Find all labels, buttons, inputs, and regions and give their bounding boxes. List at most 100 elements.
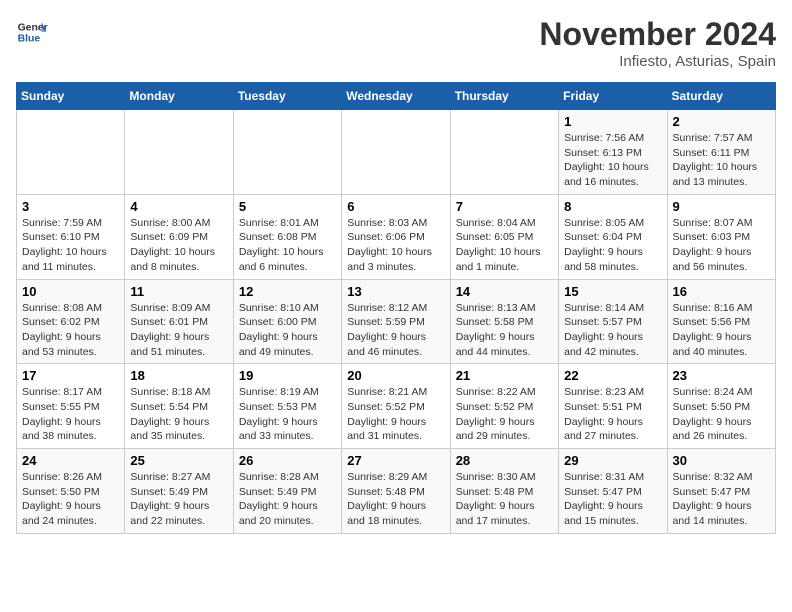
svg-text:Blue: Blue <box>18 34 41 45</box>
calendar-cell: 8 Sunrise: 8:05 AM Sunset: 6:04 PM Daylig… <box>559 194 667 279</box>
day-info: Sunrise: 8:18 AM Sunset: 5:54 PM Dayligh… <box>130 385 227 444</box>
day-info: Sunrise: 8:30 AM Sunset: 5:48 PM Dayligh… <box>456 470 553 529</box>
calendar-cell: 29 Sunrise: 8:31 AM Sunset: 5:47 PM Dayli… <box>559 449 667 534</box>
day-number: 14 <box>456 284 553 299</box>
logo-icon: General Blue <box>16 16 48 48</box>
calendar-cell <box>125 110 233 195</box>
day-info: Sunrise: 8:17 AM Sunset: 5:55 PM Dayligh… <box>22 385 119 444</box>
day-info: Sunrise: 7:56 AM Sunset: 6:13 PM Dayligh… <box>564 131 661 190</box>
calendar-cell: 28 Sunrise: 8:30 AM Sunset: 5:48 PM Dayli… <box>450 449 558 534</box>
day-info: Sunrise: 8:13 AM Sunset: 5:58 PM Dayligh… <box>456 301 553 360</box>
day-number: 6 <box>347 199 444 214</box>
day-number: 10 <box>22 284 119 299</box>
day-number: 17 <box>22 368 119 383</box>
calendar-cell: 26 Sunrise: 8:28 AM Sunset: 5:49 PM Dayli… <box>233 449 341 534</box>
day-info: Sunrise: 7:57 AM Sunset: 6:11 PM Dayligh… <box>673 131 770 190</box>
weekday-header-monday: Monday <box>125 83 233 110</box>
day-info: Sunrise: 8:29 AM Sunset: 5:48 PM Dayligh… <box>347 470 444 529</box>
calendar-cell: 21 Sunrise: 8:22 AM Sunset: 5:52 PM Dayli… <box>450 364 558 449</box>
day-number: 21 <box>456 368 553 383</box>
calendar-week-4: 17 Sunrise: 8:17 AM Sunset: 5:55 PM Dayli… <box>17 364 776 449</box>
day-info: Sunrise: 8:21 AM Sunset: 5:52 PM Dayligh… <box>347 385 444 444</box>
day-info: Sunrise: 8:27 AM Sunset: 5:49 PM Dayligh… <box>130 470 227 529</box>
calendar-cell: 10 Sunrise: 8:08 AM Sunset: 6:02 PM Dayli… <box>17 279 125 364</box>
calendar-cell: 22Sunrise: 8:23 AM Sunset: 5:51 PM Dayli… <box>559 364 667 449</box>
day-number: 30 <box>673 453 770 468</box>
day-number: 28 <box>456 453 553 468</box>
calendar-cell: 11Sunrise: 8:09 AM Sunset: 6:01 PM Dayli… <box>125 279 233 364</box>
day-info: Sunrise: 8:07 AM Sunset: 6:03 PM Dayligh… <box>673 216 770 275</box>
day-number: 7 <box>456 199 553 214</box>
day-number: 3 <box>22 199 119 214</box>
calendar-cell: 19 Sunrise: 8:19 AM Sunset: 5:53 PM Dayli… <box>233 364 341 449</box>
day-number: 29 <box>564 453 661 468</box>
calendar-cell <box>342 110 450 195</box>
calendar-cell: 15Sunrise: 8:14 AM Sunset: 5:57 PM Dayli… <box>559 279 667 364</box>
day-info: Sunrise: 8:04 AM Sunset: 6:05 PM Dayligh… <box>456 216 553 275</box>
weekday-header-wednesday: Wednesday <box>342 83 450 110</box>
calendar-cell <box>450 110 558 195</box>
day-number: 9 <box>673 199 770 214</box>
weekday-header-sunday: Sunday <box>17 83 125 110</box>
day-info: Sunrise: 8:08 AM Sunset: 6:02 PM Dayligh… <box>22 301 119 360</box>
weekday-header-tuesday: Tuesday <box>233 83 341 110</box>
calendar-cell: 13 Sunrise: 8:12 AM Sunset: 5:59 PM Dayli… <box>342 279 450 364</box>
day-info: Sunrise: 8:26 AM Sunset: 5:50 PM Dayligh… <box>22 470 119 529</box>
weekday-header-saturday: Saturday <box>667 83 775 110</box>
day-info: Sunrise: 8:19 AM Sunset: 5:53 PM Dayligh… <box>239 385 336 444</box>
day-number: 2 <box>673 114 770 129</box>
day-number: 15 <box>564 284 661 299</box>
day-number: 8 <box>564 199 661 214</box>
weekday-header-friday: Friday <box>559 83 667 110</box>
calendar-cell <box>17 110 125 195</box>
weekday-header-row: SundayMondayTuesdayWednesdayThursdayFrid… <box>17 83 776 110</box>
calendar-cell: 27Sunrise: 8:29 AM Sunset: 5:48 PM Dayli… <box>342 449 450 534</box>
day-info: Sunrise: 8:28 AM Sunset: 5:49 PM Dayligh… <box>239 470 336 529</box>
calendar-cell: 20 Sunrise: 8:21 AM Sunset: 5:52 PM Dayli… <box>342 364 450 449</box>
calendar-week-3: 10 Sunrise: 8:08 AM Sunset: 6:02 PM Dayli… <box>17 279 776 364</box>
day-info: Sunrise: 8:22 AM Sunset: 5:52 PM Dayligh… <box>456 385 553 444</box>
calendar-cell: 16 Sunrise: 8:16 AM Sunset: 5:56 PM Dayli… <box>667 279 775 364</box>
calendar-cell: 2 Sunrise: 7:57 AM Sunset: 6:11 PM Daylig… <box>667 110 775 195</box>
day-number: 24 <box>22 453 119 468</box>
day-info: Sunrise: 8:12 AM Sunset: 5:59 PM Dayligh… <box>347 301 444 360</box>
day-number: 4 <box>130 199 227 214</box>
page-header: General Blue November 2024 Infiesto, Ast… <box>16 16 776 70</box>
day-info: Sunrise: 8:24 AM Sunset: 5:50 PM Dayligh… <box>673 385 770 444</box>
day-info: Sunrise: 8:05 AM Sunset: 6:04 PM Dayligh… <box>564 216 661 275</box>
location: Infiesto, Asturias, Spain <box>539 53 776 70</box>
calendar-week-5: 24 Sunrise: 8:26 AM Sunset: 5:50 PM Dayli… <box>17 449 776 534</box>
day-number: 16 <box>673 284 770 299</box>
day-number: 1 <box>564 114 661 129</box>
day-number: 20 <box>347 368 444 383</box>
day-info: Sunrise: 8:03 AM Sunset: 6:06 PM Dayligh… <box>347 216 444 275</box>
calendar-week-1: 1 Sunrise: 7:56 AM Sunset: 6:13 PM Daylig… <box>17 110 776 195</box>
calendar-cell: 17 Sunrise: 8:17 AM Sunset: 5:55 PM Dayli… <box>17 364 125 449</box>
calendar-cell: 12 Sunrise: 8:10 AM Sunset: 6:00 PM Dayli… <box>233 279 341 364</box>
day-number: 13 <box>347 284 444 299</box>
day-number: 5 <box>239 199 336 214</box>
calendar-cell: 18Sunrise: 8:18 AM Sunset: 5:54 PM Dayli… <box>125 364 233 449</box>
day-info: Sunrise: 8:10 AM Sunset: 6:00 PM Dayligh… <box>239 301 336 360</box>
day-number: 26 <box>239 453 336 468</box>
title-block: November 2024 Infiesto, Asturias, Spain <box>539 16 776 70</box>
logo: General Blue <box>16 16 48 48</box>
calendar-cell: 30Sunrise: 8:32 AM Sunset: 5:47 PM Dayli… <box>667 449 775 534</box>
calendar-cell: 5 Sunrise: 8:01 AM Sunset: 6:08 PM Daylig… <box>233 194 341 279</box>
day-info: Sunrise: 8:09 AM Sunset: 6:01 PM Dayligh… <box>130 301 227 360</box>
calendar-cell: 3 Sunrise: 7:59 AM Sunset: 6:10 PM Daylig… <box>17 194 125 279</box>
day-number: 25 <box>130 453 227 468</box>
day-info: Sunrise: 8:31 AM Sunset: 5:47 PM Dayligh… <box>564 470 661 529</box>
day-info: Sunrise: 8:01 AM Sunset: 6:08 PM Dayligh… <box>239 216 336 275</box>
day-info: Sunrise: 8:16 AM Sunset: 5:56 PM Dayligh… <box>673 301 770 360</box>
calendar-cell: 6 Sunrise: 8:03 AM Sunset: 6:06 PM Daylig… <box>342 194 450 279</box>
day-info: Sunrise: 7:59 AM Sunset: 6:10 PM Dayligh… <box>22 216 119 275</box>
calendar-cell: 1 Sunrise: 7:56 AM Sunset: 6:13 PM Daylig… <box>559 110 667 195</box>
calendar-cell: 9 Sunrise: 8:07 AM Sunset: 6:03 PM Daylig… <box>667 194 775 279</box>
calendar-cell: 24 Sunrise: 8:26 AM Sunset: 5:50 PM Dayli… <box>17 449 125 534</box>
calendar-cell <box>233 110 341 195</box>
day-number: 12 <box>239 284 336 299</box>
calendar-cell: 14 Sunrise: 8:13 AM Sunset: 5:58 PM Dayli… <box>450 279 558 364</box>
day-number: 19 <box>239 368 336 383</box>
day-number: 22 <box>564 368 661 383</box>
